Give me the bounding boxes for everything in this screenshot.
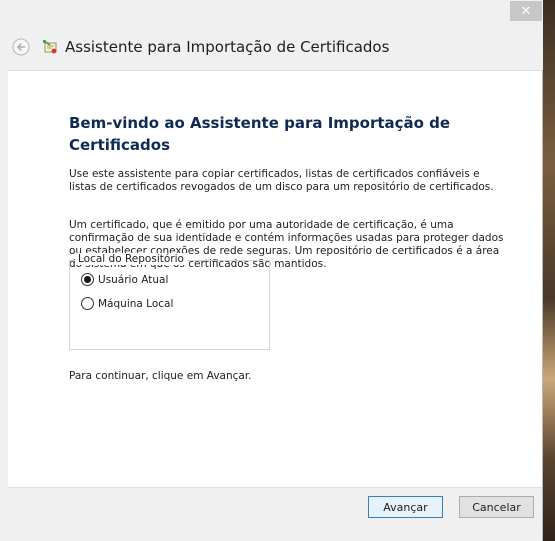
certificate-wizard-icon	[42, 39, 60, 57]
title-bar: ✕ Assistente para Importação de Certific…	[0, 0, 543, 70]
wizard-footer: Avançar Cancelar	[8, 488, 542, 541]
next-button[interactable]: Avançar	[368, 496, 443, 518]
continue-hint: Para continuar, clique em Avançar.	[69, 370, 252, 382]
radio-button[interactable]	[81, 297, 94, 310]
desktop-background	[543, 0, 555, 541]
radio-label-local-machine: Máquina Local	[98, 297, 174, 310]
radio-label-current-user: Usuário Atual	[98, 273, 169, 286]
store-location-legend: Local do Repositório	[75, 253, 187, 265]
radio-current-user[interactable]: Usuário Atual	[81, 273, 168, 286]
radio-local-machine[interactable]: Máquina Local	[81, 297, 173, 310]
close-button[interactable]: ✕	[510, 1, 542, 21]
back-arrow-icon	[12, 38, 30, 56]
cancel-button[interactable]: Cancelar	[459, 496, 534, 518]
close-icon: ✕	[520, 3, 532, 19]
page-heading: Bem-vindo ao Assistente para Importação …	[69, 114, 451, 154]
window-title: Assistente para Importação de Certificad…	[65, 38, 390, 56]
wizard-window: ✕ Assistente para Importação de Certific…	[0, 0, 543, 541]
store-location-group: Local do Repositório Usuário Atual Máqui…	[69, 253, 270, 350]
radio-button-checked[interactable]	[81, 273, 94, 286]
intro-paragraph: Use este assistente para copiar certific…	[69, 168, 494, 193]
wizard-content: Bem-vindo ao Assistente para Importação …	[8, 70, 542, 488]
back-button[interactable]	[12, 38, 30, 56]
